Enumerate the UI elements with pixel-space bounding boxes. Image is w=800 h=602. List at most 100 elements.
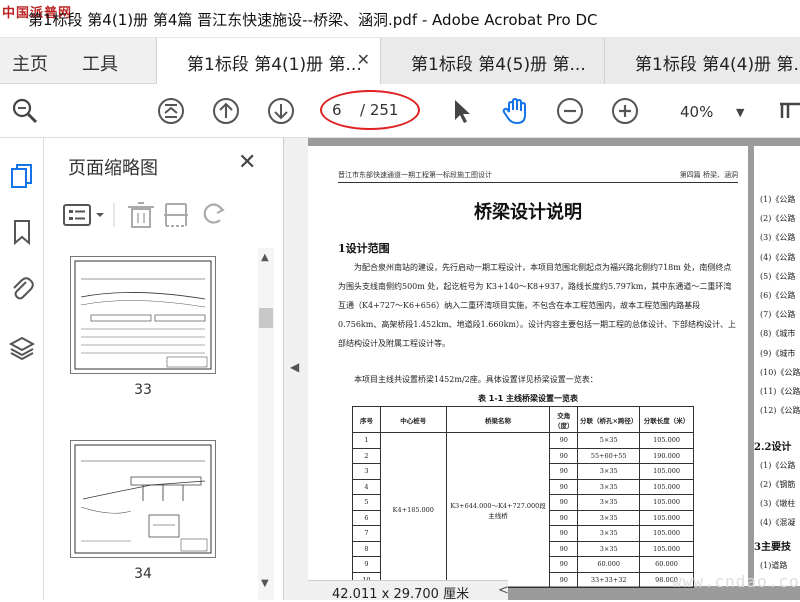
- table-cell: 90: [549, 447, 579, 464]
- table-cell: 105.000: [639, 509, 694, 526]
- table-cell: 3×35: [577, 463, 641, 480]
- thumbnail-page-number: 33: [134, 382, 152, 398]
- table-cell: 90: [549, 525, 579, 542]
- table-cell: 3×35: [577, 478, 641, 495]
- table-cell: 4: [352, 478, 381, 495]
- chevron-left-icon[interactable]: <: [498, 583, 509, 598]
- table-cell: 3×35: [577, 540, 641, 557]
- zoom-out-icon[interactable]: [555, 96, 585, 126]
- pdf-next-page-column: (1)《公路 (2)《公路 (3)《公路 (4)《公路 (5)《公路 (6)《公路 (7)《…: [754, 146, 800, 586]
- page-number-box: 6 / 251: [320, 90, 420, 130]
- thumbnail-page-number: 34: [134, 566, 152, 582]
- reference-item: (3)《公路: [760, 233, 796, 243]
- table-cell: 90: [549, 540, 579, 557]
- table-cell: 60.000: [577, 556, 641, 573]
- chevron-left-icon[interactable]: ◀: [290, 360, 299, 374]
- search-icon[interactable]: [10, 96, 40, 126]
- page-header-left: 晋江市东部快速通道一期工程第一标段施工图设计: [338, 171, 492, 179]
- close-icon[interactable]: ✕: [238, 150, 256, 175]
- doc-tab-label: 第1标段 第4(4)册 第...: [635, 55, 800, 75]
- section-heading: 3主要技: [754, 542, 791, 553]
- reference-item: (12)《公路: [760, 406, 800, 416]
- zoom-in-icon[interactable]: [610, 96, 640, 126]
- panel-scrollbar[interactable]: ▲ ▼: [258, 248, 274, 600]
- reference-item: (3)《墩柱: [760, 499, 796, 508]
- body-paragraph: 为配合泉州南站的建设，先行启动一期工程设计，本项目范围北侧起点为福兴路北侧约71…: [338, 263, 737, 348]
- thumbnails-panel: 页面缩略图 ✕ 33 34 ▲ ▼: [44, 138, 284, 600]
- pdf-page: 晋江市东部快速通道一期工程第一标段施工图设计 第四篇 桥梁、涵洞 桥梁设计说明 …: [308, 146, 748, 588]
- table-cell: 90: [549, 463, 579, 480]
- previous-page-icon[interactable]: [211, 96, 241, 126]
- options-menu-icon[interactable]: [63, 204, 104, 226]
- tab-home[interactable]: 主页: [12, 50, 48, 76]
- table-cell: 90: [549, 494, 579, 511]
- page-dimensions: 42.011 x 29.700 厘米: [332, 587, 470, 602]
- table-cell: 3×35: [577, 509, 641, 526]
- table-cell: 90: [549, 571, 579, 588]
- extract-page-icon[interactable]: [164, 203, 188, 227]
- table-header: 序号: [352, 406, 381, 433]
- document-viewer[interactable]: 晋江市东部快速通道一期工程第一标段施工图设计 第四篇 桥梁、涵洞 桥梁设计说明 …: [308, 138, 800, 600]
- table-header: 分联长度（米）: [639, 406, 694, 433]
- select-cursor-icon[interactable]: [446, 96, 476, 126]
- first-page-icon[interactable]: [156, 96, 186, 126]
- reference-item: (6)《公路: [760, 291, 796, 300]
- more-tools-icon[interactable]: [776, 96, 800, 126]
- status-bar: 42.011 x 29.700 厘米 <: [308, 580, 509, 602]
- reference-item: (4)《公路: [760, 252, 796, 262]
- table-cell: 7: [352, 525, 381, 542]
- next-page-icon[interactable]: [266, 96, 296, 126]
- attachment-icon[interactable]: [8, 274, 36, 302]
- table-header: 中心桩号: [379, 406, 447, 433]
- chevron-down-icon[interactable]: ▼: [736, 106, 744, 119]
- table-cell: 8: [352, 540, 381, 557]
- table-cell: 3×35: [577, 494, 641, 511]
- tab-tools[interactable]: 工具: [82, 50, 118, 76]
- doc-tab-label: 第1标段 第4(1)册 第...: [187, 55, 362, 75]
- table-cell: 3: [352, 463, 381, 480]
- panel-collapse-handle[interactable]: ◀: [284, 138, 308, 600]
- table-cell: K3+644.000～K4+727.000段主线桥: [445, 432, 551, 588]
- table-cell: 6: [352, 509, 381, 526]
- panel-toolbar: [62, 200, 232, 230]
- hand-tool-icon[interactable]: [500, 96, 530, 126]
- doc-tab[interactable]: 第1标段 第4(5)册 第...: [380, 38, 604, 84]
- zoom-level[interactable]: 40%: [680, 103, 713, 121]
- doc-tab-label: 第1标段 第4(5)册 第...: [411, 55, 586, 75]
- scroll-down-icon[interactable]: ▼: [261, 578, 269, 589]
- section-heading: 2.2设计: [754, 442, 792, 453]
- page-thumbnail[interactable]: [70, 440, 216, 558]
- page-header-right: 第四篇 桥梁、涵洞: [679, 171, 738, 179]
- table-cell: 90: [549, 556, 579, 573]
- close-tab-icon[interactable]: ✕: [357, 50, 370, 69]
- table-cell: 105.000: [639, 494, 694, 511]
- table-row: 1 K4+185.000 K3+644.000～K4+727.000段主线桥 90 5×…: [352, 432, 694, 588]
- panel-title: 页面缩略图: [68, 158, 158, 179]
- layers-icon[interactable]: [8, 334, 36, 362]
- bridge-table: 序号 中心桩号 桥梁名称 交角（度） 分联（桥孔×跨径） 分联长度（米） 1 K4…: [352, 406, 694, 588]
- page-thumbnail[interactable]: [70, 256, 216, 374]
- scroll-up-icon[interactable]: ▲: [261, 252, 269, 263]
- table-cell: 105.000: [639, 432, 694, 449]
- reference-item: (11)《公路: [760, 387, 800, 396]
- red-ellipse-annotation: [320, 90, 420, 130]
- table-header: 分联（桥孔×跨径）: [577, 406, 641, 433]
- page-thumbnails-icon[interactable]: [8, 162, 36, 190]
- reference-item: (4)《混凝: [760, 518, 796, 527]
- scrollbar-thumb[interactable]: [259, 308, 273, 328]
- body-paragraph: 本项目主线共设置桥梁1452m/2座。具体设置详见桥梁设置一览表：: [354, 375, 598, 384]
- reference-item: (2)《公路: [760, 214, 796, 224]
- doc-tab-active[interactable]: 第1标段 第4(1)册 第... ✕: [156, 38, 380, 84]
- table-header: 桥梁名称: [445, 406, 551, 433]
- table-cell: 55+60+55: [577, 447, 641, 464]
- reference-item: (5)《公路: [760, 271, 796, 281]
- table-cell: 190.000: [639, 447, 694, 464]
- doc-tab[interactable]: 第1标段 第4(4)册 第...: [604, 38, 800, 84]
- delete-icon[interactable]: [128, 202, 154, 228]
- bookmark-icon[interactable]: [8, 218, 36, 246]
- table-cell: 105.000: [639, 525, 694, 542]
- rotate-icon[interactable]: [203, 203, 225, 224]
- table-cell: K4+185.000: [379, 432, 447, 588]
- table-cell: 3×35: [577, 525, 641, 542]
- title-bar: 中国派普网 第1标段 第4(1)册 第4篇 晋江东快速施设--桥梁、涵洞.pdf…: [0, 0, 800, 38]
